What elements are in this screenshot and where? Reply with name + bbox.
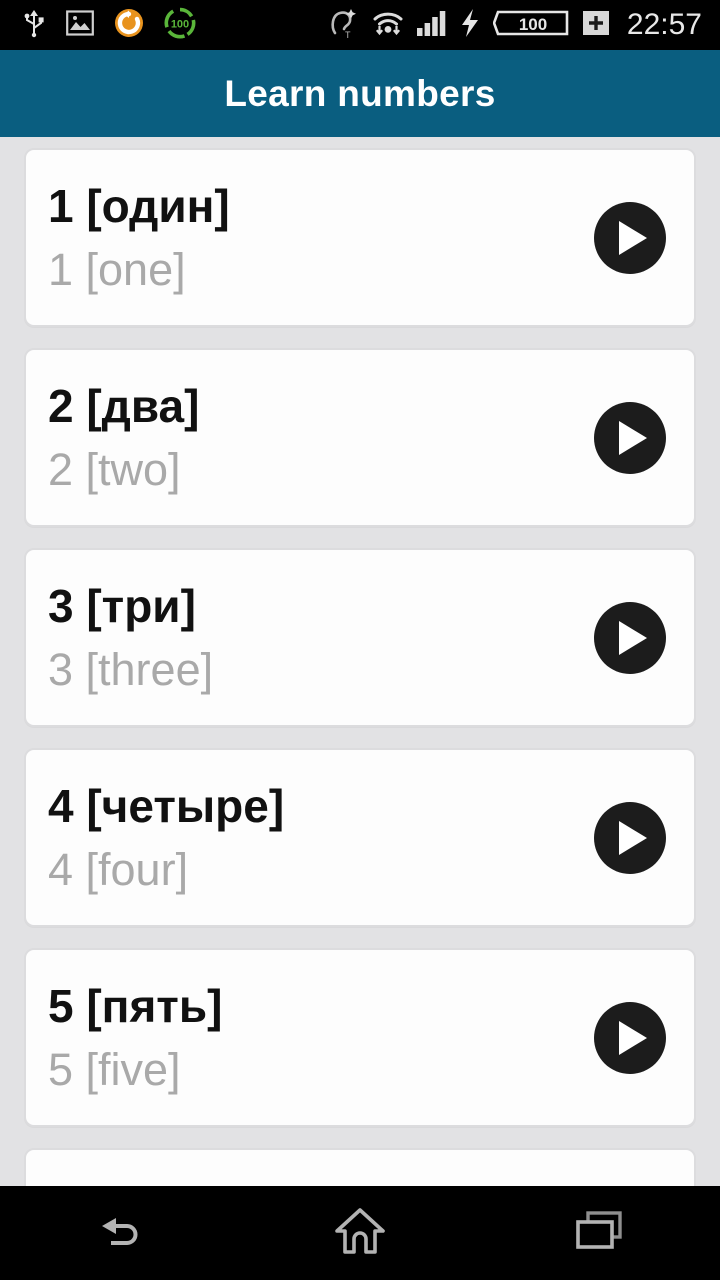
list-item-secondary: 2 [two] <box>48 443 181 495</box>
battery-plus-icon <box>582 8 610 43</box>
android-nav-bar <box>0 1186 720 1280</box>
list-item-secondary: 4 [four] <box>48 843 189 895</box>
nav-back-button[interactable] <box>0 1186 240 1280</box>
list-item-primary: 1 [один] <box>48 180 230 233</box>
list-item[interactable]: 4 [четыре] 4 [four] <box>24 748 696 927</box>
play-button[interactable] <box>594 201 666 274</box>
list-item-texts: 4 [четыре] 4 [four] <box>26 782 594 893</box>
sync-icon <box>114 8 144 43</box>
play-icon <box>619 420 647 455</box>
home-icon <box>334 1206 386 1261</box>
svg-text:T: T <box>345 30 351 39</box>
status-bar: 100 T 100 22:57 <box>0 0 720 50</box>
battery-percent-circle-label: 100 <box>171 18 189 30</box>
back-arrow-icon <box>94 1210 146 1257</box>
list-item-secondary: 3 [three] <box>48 643 214 695</box>
page-title: Learn numbers <box>224 72 496 114</box>
status-bar-right-icons: T 100 22:57 <box>329 7 720 44</box>
list-item-primary: 2 [два] <box>48 380 200 433</box>
play-icon <box>619 820 647 855</box>
list-item-primary: 4 [четыре] <box>48 780 285 833</box>
play-icon <box>619 220 647 255</box>
list-item-secondary: 5 [five] <box>48 1043 181 1095</box>
list-item-texts: 3 [три] 3 [three] <box>26 582 594 693</box>
numbers-list[interactable]: 1 [один] 1 [one] 2 [два] 2 [two] 3 [три]… <box>0 137 720 1186</box>
play-button[interactable] <box>594 801 666 874</box>
cellular-signal-icon <box>416 9 447 42</box>
play-icon <box>619 1020 647 1055</box>
phone-screen: 100 T 100 22:57 Learn numbers 1 [один] 1… <box>0 0 720 1280</box>
recent-apps-icon <box>574 1208 626 1259</box>
battery-icon: 100 <box>492 8 569 43</box>
list-item-texts: 1 [один] 1 [one] <box>26 182 594 293</box>
list-item-texts: 2 [два] 2 [two] <box>26 382 594 493</box>
action-bar: Learn numbers <box>0 50 720 137</box>
play-icon <box>619 620 647 655</box>
list-item[interactable]: 2 [два] 2 [two] <box>24 348 696 527</box>
list-item[interactable]: 5 [пять] 5 [five] <box>24 948 696 1127</box>
list-item[interactable]: 1 [один] 1 [one] <box>24 148 696 327</box>
nav-home-button[interactable] <box>240 1186 480 1280</box>
list-item-secondary: 1 [one] <box>48 243 186 295</box>
play-button[interactable] <box>594 401 666 474</box>
list-item[interactable] <box>24 1148 696 1186</box>
charging-bolt-icon <box>460 8 480 43</box>
list-item[interactable]: 3 [три] 3 [three] <box>24 548 696 727</box>
battery-level-label: 100 <box>519 15 547 34</box>
screenshot-image-icon <box>66 9 94 42</box>
status-bar-left-icons: 100 <box>0 7 196 44</box>
play-button[interactable] <box>594 601 666 674</box>
list-item-primary: 3 [три] <box>48 580 196 633</box>
list-item-primary: 5 [пять] <box>48 980 223 1033</box>
play-button[interactable] <box>594 1001 666 1074</box>
usb-icon <box>22 8 46 43</box>
hearing-aid-tty-icon: T <box>329 7 359 44</box>
status-bar-clock: 22:57 <box>626 8 702 41</box>
wifi-icon <box>372 9 404 42</box>
nav-recents-button[interactable] <box>480 1186 720 1280</box>
list-item-texts: 5 [пять] 5 [five] <box>26 982 594 1093</box>
battery-percent-circle-icon: 100 <box>164 7 196 44</box>
